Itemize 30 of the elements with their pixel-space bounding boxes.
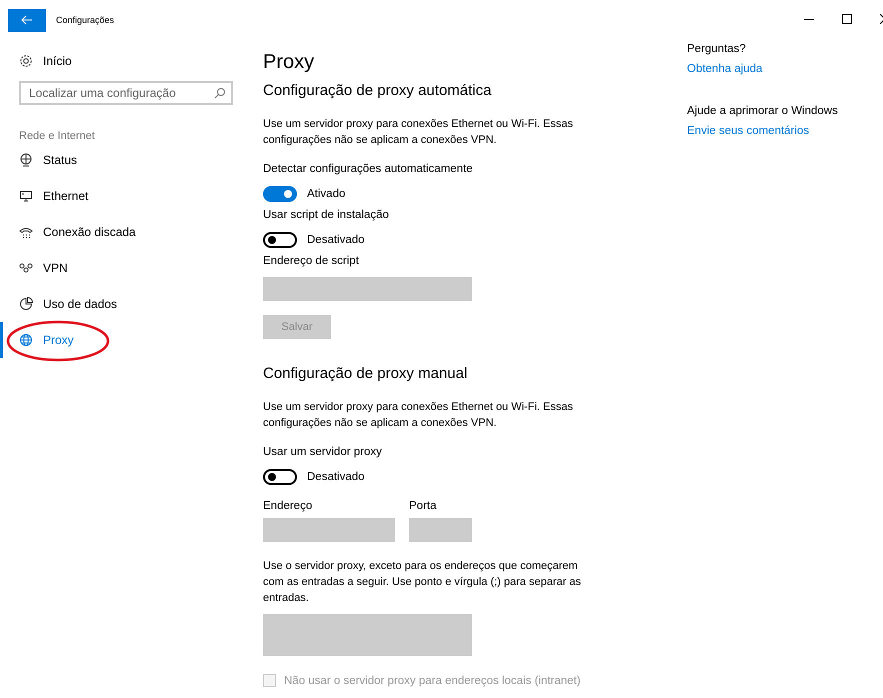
toggle-label: Detectar configurações automaticamente xyxy=(263,163,474,177)
help-heading: Perguntas? xyxy=(687,43,747,55)
section-heading: Configuração de proxy automática xyxy=(263,82,492,99)
section-label: Rede e Internet xyxy=(19,130,96,142)
checkbox-label: Não usar o servidor proxy para endereços locais (intranet) xyxy=(284,674,581,686)
sidebar-item[interactable]: Conexão discada xyxy=(0,214,245,250)
description: Use o servidor proxy, exceto para os endereços que começarem com as entradas a seguir. Use ponto e vírgula (;) para separar as entradas. xyxy=(263,559,582,606)
search-field[interactable]: Localizar uma configuração xyxy=(19,81,233,105)
description: Use um servidor proxy para conexões Ethernet ou Wi-Fi. Essas configurações não se aplicam a conexões VPN. xyxy=(263,400,574,431)
field-label: Endereço xyxy=(263,500,314,514)
help-link[interactable]: Envie seus comentários xyxy=(687,125,838,137)
field-label: Porta xyxy=(409,500,438,514)
toggle-label: Usar um servidor proxy xyxy=(263,446,383,460)
toggle-state: Desativado xyxy=(307,234,365,246)
home-link[interactable]: Início xyxy=(19,49,245,73)
sidebar-item[interactable]: VPN xyxy=(0,250,245,286)
toggle-state: Desativado xyxy=(307,471,365,483)
window-title: Configurações xyxy=(56,15,114,25)
page-title: Proxy xyxy=(263,50,316,75)
sidebar-item[interactable]: Proxy xyxy=(0,322,245,358)
section-heading: Configuração de proxy manual xyxy=(263,365,468,382)
help-link[interactable]: Obtenha ajuda xyxy=(687,63,838,75)
sidebar-item[interactable]: Status xyxy=(0,142,245,178)
toggle-state: Ativado xyxy=(307,188,346,200)
description: Use um servidor proxy para conexões Ethernet ou Wi-Fi. Essas configurações não se aplicam a conexões VPN. xyxy=(263,117,574,148)
sidebar-item[interactable]: Ethernet xyxy=(0,178,245,214)
toggle-label: Usar script de instalação xyxy=(263,209,390,223)
help-heading: Ajude a aprimorar o Windows xyxy=(687,105,838,117)
sidebar-item[interactable]: Uso de dados xyxy=(0,286,245,322)
field-label: Endereço de script xyxy=(263,255,360,269)
